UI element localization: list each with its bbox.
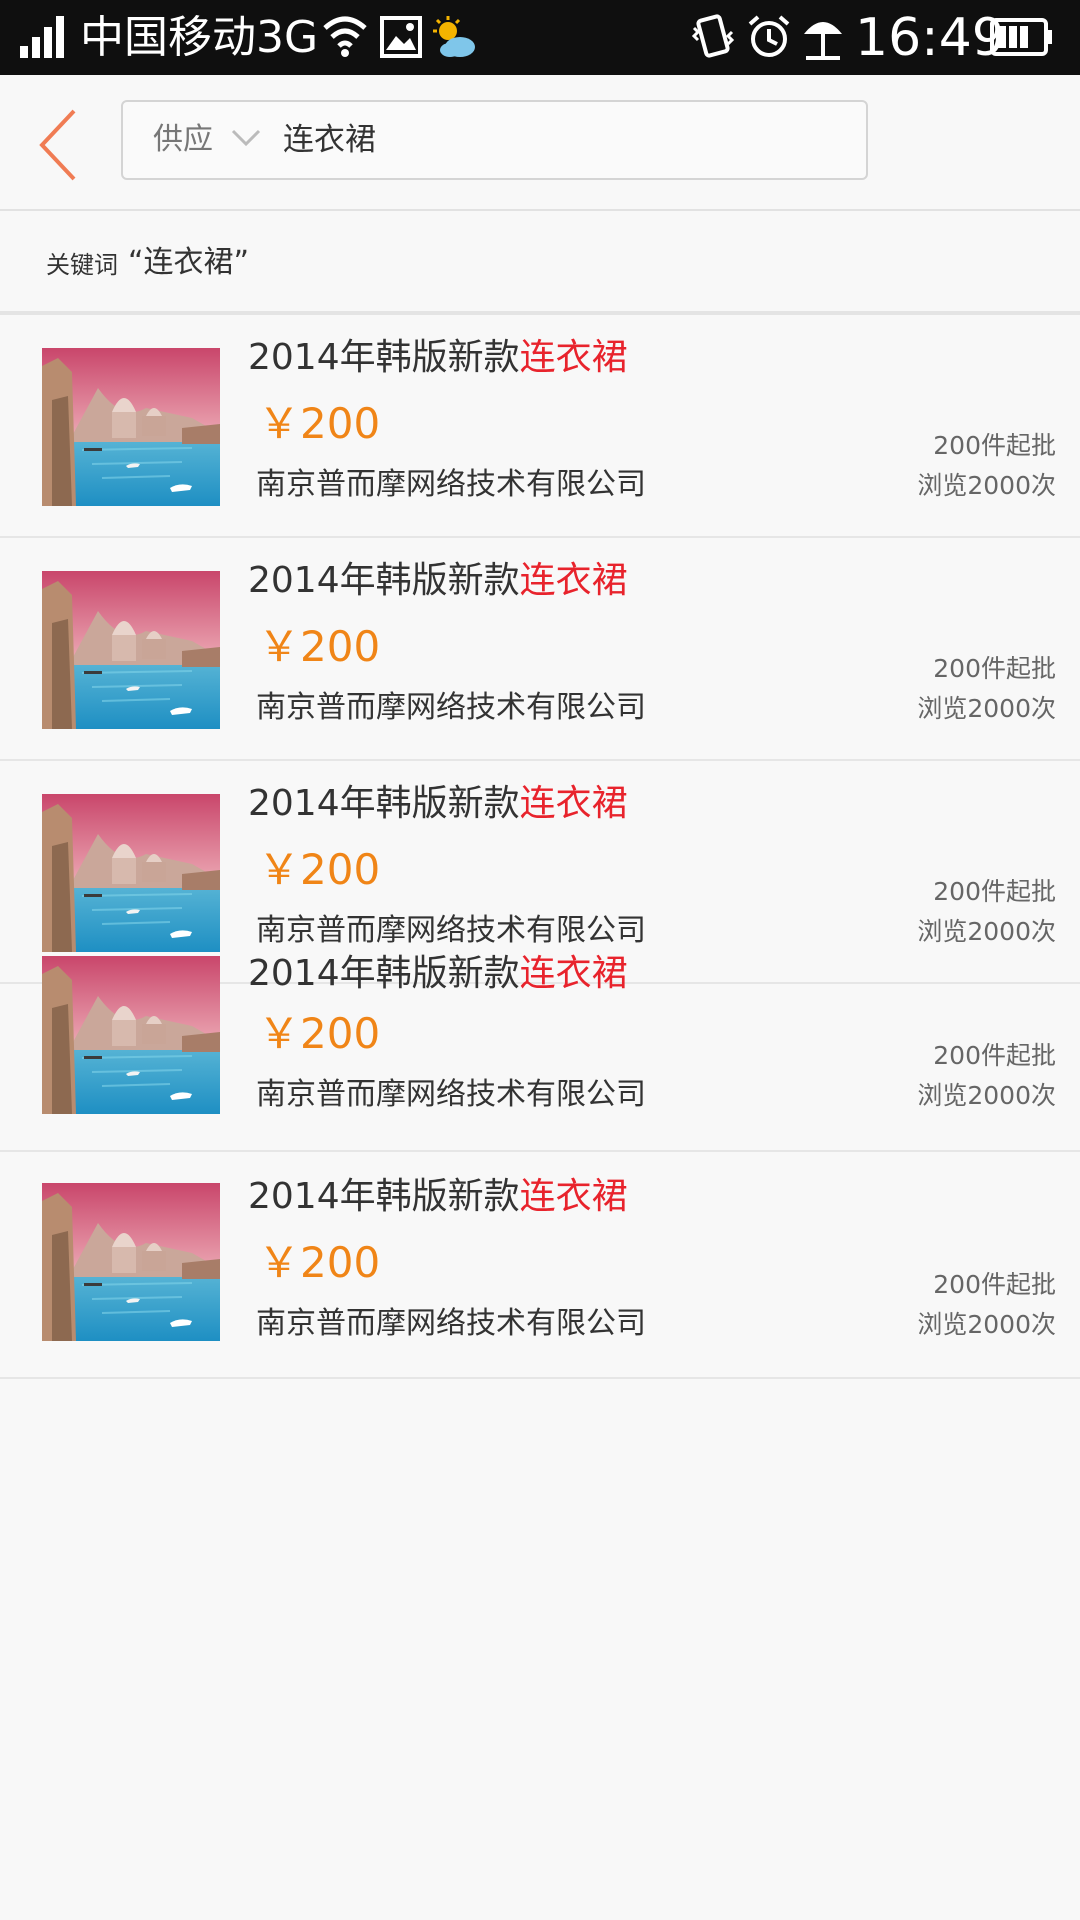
product-image[interactable] [42,571,220,729]
product-title[interactable]: 2014年韩版新款连衣裙 [248,778,628,830]
product-image[interactable] [42,956,220,1114]
min-order-quantity: 200件起批 [933,654,1056,683]
view-count: 浏览2000次 [917,1081,1056,1110]
supplier-name: 南京普而摩网络技术有限公司 [256,1306,646,1341]
supplier-name: 南京普而摩网络技术有限公司 [256,467,646,502]
list-item[interactable]: 2014年韩版新款连衣裙 ￥200 南京普而摩网络技术有限公司 200件起批 浏… [0,953,1080,1152]
view-count: 浏览2000次 [917,694,1056,723]
product-title[interactable]: 2014年韩版新款连衣裙 [248,1171,628,1223]
view-count: 浏览2000次 [917,1310,1056,1339]
title-text: 2014年韩版新款 [248,1176,520,1217]
search-query-text[interactable]: 连衣裙 [283,102,376,178]
wifi-icon [323,16,367,57]
keyword-bar: 关键词 “连衣裙” [0,211,1080,315]
title-highlight: 连衣裙 [519,560,628,601]
title-text: 2014年韩版新款 [248,783,520,824]
view-count: 浏览2000次 [917,917,1056,946]
keyword-value: “连衣裙” [128,245,250,280]
product-image[interactable] [42,1183,220,1341]
title-highlight: 连衣裙 [519,783,628,824]
alarm-icon [748,15,790,57]
title-highlight: 连衣裙 [519,953,628,994]
product-price: ￥200 [258,845,381,894]
chevron-left-icon[interactable] [30,105,90,185]
product-price: ￥200 [258,1009,381,1058]
product-image[interactable] [42,348,220,506]
min-order-quantity: 200件起批 [933,1041,1056,1070]
min-order-quantity: 200件起批 [933,1270,1056,1299]
product-price: ￥200 [258,622,381,671]
keyword-label: 关键词 [46,251,118,279]
product-title[interactable]: 2014年韩版新款连衣裙 [248,332,628,384]
list-item[interactable]: 2014年韩版新款连衣裙 ￥200 南京普而摩网络技术有限公司 200件起批 浏… [0,316,1080,538]
title-text: 2014年韩版新款 [248,953,520,994]
min-order-quantity: 200件起批 [933,431,1056,460]
list-item[interactable]: 2014年韩版新款连衣裙 ￥200 南京普而摩网络技术有限公司 200件起批 浏… [0,1153,1080,1379]
product-image[interactable] [42,794,220,952]
product-title[interactable]: 2014年韩版新款连衣裙 [248,948,628,1000]
title-highlight: 连衣裙 [519,1176,628,1217]
view-count: 浏览2000次 [917,471,1056,500]
supplier-name: 南京普而摩网络技术有限公司 [256,690,646,725]
clock: 16:49 [855,8,1005,68]
battery-icon [990,18,1052,56]
signal-icon [20,16,64,58]
vibrate-icon [691,14,735,58]
product-price: ￥200 [258,1238,381,1287]
product-title[interactable]: 2014年韩版新款连衣裙 [248,555,628,607]
search-header: 供应 连衣裙 [0,75,1080,211]
supplier-name: 南京普而摩网络技术有限公司 [256,1077,646,1112]
supplier-name: 南京普而摩网络技术有限公司 [256,913,646,948]
list-item[interactable]: 2014年韩版新款连衣裙 ￥200 南京普而摩网络技术有限公司 200件起批 浏… [0,539,1080,761]
search-scope-selector[interactable]: 供应 [153,102,213,178]
image-icon [380,16,422,58]
status-bar: 中国移动3G 16:49 [0,0,1080,75]
weather-icon [433,16,475,57]
beach-icon [804,22,842,60]
title-text: 2014年韩版新款 [248,560,520,601]
title-highlight: 连衣裙 [519,337,628,378]
title-text: 2014年韩版新款 [248,337,520,378]
search-input[interactable]: 供应 连衣裙 [121,100,868,180]
carrier-name: 中国移动3G [80,12,319,63]
min-order-quantity: 200件起批 [933,877,1056,906]
product-price: ￥200 [258,399,381,448]
chevron-down-icon[interactable] [229,126,263,150]
